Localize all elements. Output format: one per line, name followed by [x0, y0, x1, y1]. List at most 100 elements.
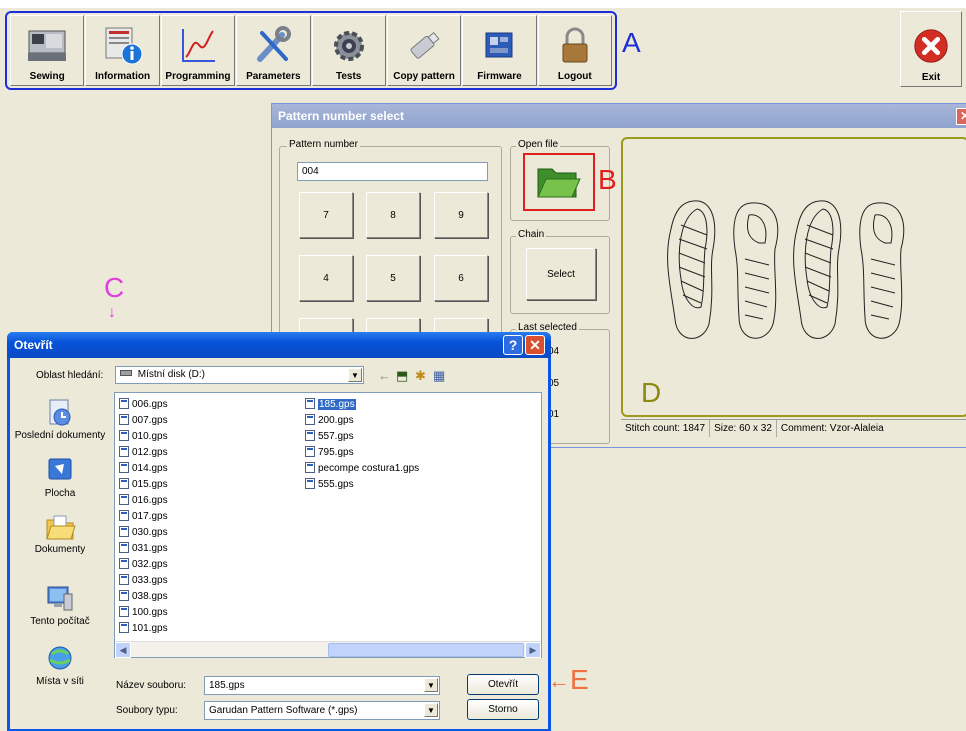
pattern-number-label: Pattern number — [287, 139, 360, 150]
file-item[interactable]: 010.gps — [119, 430, 168, 444]
chevron-down-icon[interactable]: ▼ — [348, 368, 362, 382]
gps-file-icon — [119, 558, 129, 569]
scroll-left-icon[interactable]: ◀ — [115, 642, 131, 658]
file-type-select[interactable]: Garudan Pattern Software (*.gps) ▼ — [204, 701, 440, 720]
programming-button[interactable]: Programming — [160, 15, 236, 86]
place-my-documents[interactable]: Dokumenty — [14, 512, 106, 555]
gps-file-icon — [305, 478, 315, 489]
gps-file-icon — [119, 606, 129, 617]
look-in-value: Místní disk (D:) — [137, 369, 206, 380]
tests-button[interactable]: Tests — [311, 15, 386, 86]
new-folder-icon[interactable]: ✱ — [415, 368, 426, 384]
pattern-preview: D — [621, 137, 966, 417]
help-icon[interactable]: ? — [503, 335, 523, 355]
file-item[interactable]: 555.gps — [305, 478, 354, 492]
drive-icon — [120, 370, 132, 376]
look-in-select[interactable]: Místní disk (D:) ▼ — [115, 366, 364, 384]
gps-file-icon — [119, 510, 129, 521]
open-file-button[interactable] — [523, 153, 595, 211]
file-item[interactable]: 006.gps — [119, 398, 168, 412]
places-bar: Poslední dokumenty Plocha Dokumenty Tent… — [14, 390, 106, 690]
sewing-button[interactable]: Sewing — [10, 15, 85, 86]
place-network[interactable]: Místa v síti — [14, 644, 106, 687]
pattern-window-close-icon[interactable]: ✕ — [956, 108, 966, 125]
scrollbar-thumb[interactable] — [328, 643, 524, 657]
chevron-down-icon[interactable]: ▼ — [424, 678, 438, 692]
file-item[interactable]: 557.gps — [305, 430, 354, 444]
exit-button[interactable]: Exit — [900, 11, 962, 87]
programming-label: Programming — [165, 71, 231, 82]
firmware-label: Firmware — [477, 71, 522, 82]
marker-b-label: B — [598, 164, 617, 195]
recent-documents-icon — [49, 399, 71, 426]
chevron-down-icon[interactable]: ▼ — [424, 703, 438, 717]
keypad-9-button[interactable]: 9 — [434, 192, 488, 238]
pattern-window-title: Pattern number select — [272, 104, 966, 128]
horizontal-scrollbar[interactable]: ◀ ▶ — [115, 641, 541, 658]
file-item[interactable]: 007.gps — [119, 414, 168, 428]
logout-button[interactable]: Logout — [537, 15, 612, 86]
place-desktop[interactable]: Plocha — [14, 456, 106, 499]
parameters-button[interactable]: Parameters — [236, 15, 311, 86]
file-item[interactable]: 100.gps — [119, 606, 168, 620]
gps-file-icon — [305, 446, 315, 457]
cancel-button[interactable]: Storno — [467, 699, 539, 720]
gps-file-icon — [119, 542, 129, 553]
file-name-label: Název souboru: — [116, 680, 187, 691]
keypad-4-button[interactable]: 4 — [299, 255, 353, 301]
file-item[interactable]: 012.gps — [119, 446, 168, 460]
desktop-icon — [48, 458, 72, 480]
file-item[interactable]: 014.gps — [119, 462, 168, 476]
firmware-button[interactable]: Firmware — [462, 15, 537, 86]
file-item[interactable]: 030.gps — [119, 526, 168, 540]
tests-label: Tests — [335, 71, 362, 82]
file-item[interactable]: 032.gps — [119, 558, 168, 572]
copy-pattern-button[interactable]: Copy pattern — [386, 15, 462, 86]
file-item[interactable]: 795.gps — [305, 446, 354, 460]
file-list[interactable]: 006.gps 007.gps 010.gps 012.gps 014.gps … — [114, 392, 542, 658]
chain-select-button[interactable]: Select — [526, 248, 596, 300]
place-recent-documents[interactable]: Poslední dokumenty — [14, 398, 106, 441]
information-button[interactable]: Information — [85, 15, 160, 86]
marker-c-arrow-icon: ↓ — [108, 304, 116, 321]
keypad-5-button[interactable]: 5 — [366, 255, 420, 301]
file-item[interactable]: 017.gps — [119, 510, 168, 524]
file-item[interactable]: 101.gps — [119, 622, 168, 636]
usb-drive-icon — [410, 31, 440, 59]
main-toolbar: Sewing Information Programming Parameter… — [5, 11, 617, 90]
file-item[interactable]: 016.gps — [119, 494, 168, 508]
tools-icon — [257, 26, 292, 62]
open-button[interactable]: Otevřít — [467, 674, 539, 695]
file-type-value: Garudan Pattern Software (*.gps) — [209, 705, 358, 716]
keypad-8-button[interactable]: 8 — [366, 192, 420, 238]
keypad-6-button[interactable]: 6 — [434, 255, 488, 301]
view-menu-icon[interactable]: ▦ — [433, 368, 445, 384]
comment-text: Comment: Vzor-Alaleia — [780, 423, 884, 434]
place-my-computer[interactable]: Tento počítač — [14, 584, 106, 627]
file-item[interactable]: 038.gps — [119, 590, 168, 604]
file-item[interactable]: 033.gps — [119, 574, 168, 588]
gps-file-icon — [305, 398, 315, 409]
file-item-selected[interactable]: 185.gps — [305, 398, 356, 412]
up-folder-icon[interactable]: ⬒ — [396, 368, 408, 384]
chip-board-icon — [485, 32, 513, 58]
file-name-input[interactable]: 185.gps ▼ — [204, 676, 440, 695]
gps-file-icon — [119, 398, 129, 409]
folder-icon — [537, 168, 581, 198]
keypad-7-button[interactable]: 7 — [299, 192, 353, 238]
file-item[interactable]: pecompe costura1.gps — [305, 462, 419, 476]
scroll-right-icon[interactable]: ▶ — [525, 642, 541, 658]
file-item[interactable]: 200.gps — [305, 414, 354, 428]
logout-label: Logout — [557, 71, 592, 82]
open-file-label: Open file — [516, 139, 561, 150]
file-item[interactable]: 015.gps — [119, 478, 168, 492]
gps-file-icon — [119, 526, 129, 537]
back-arrow-icon[interactable]: ← — [378, 368, 391, 383]
copy-pattern-label: Copy pattern — [393, 71, 455, 82]
place-label: Plocha — [44, 488, 76, 499]
file-item[interactable]: 031.gps — [119, 542, 168, 556]
close-icon[interactable]: ✕ — [525, 335, 545, 355]
app-window: Sewing Information Programming Parameter… — [0, 8, 966, 731]
pattern-number-input[interactable]: 004 — [297, 162, 488, 181]
gps-file-icon — [119, 574, 129, 585]
